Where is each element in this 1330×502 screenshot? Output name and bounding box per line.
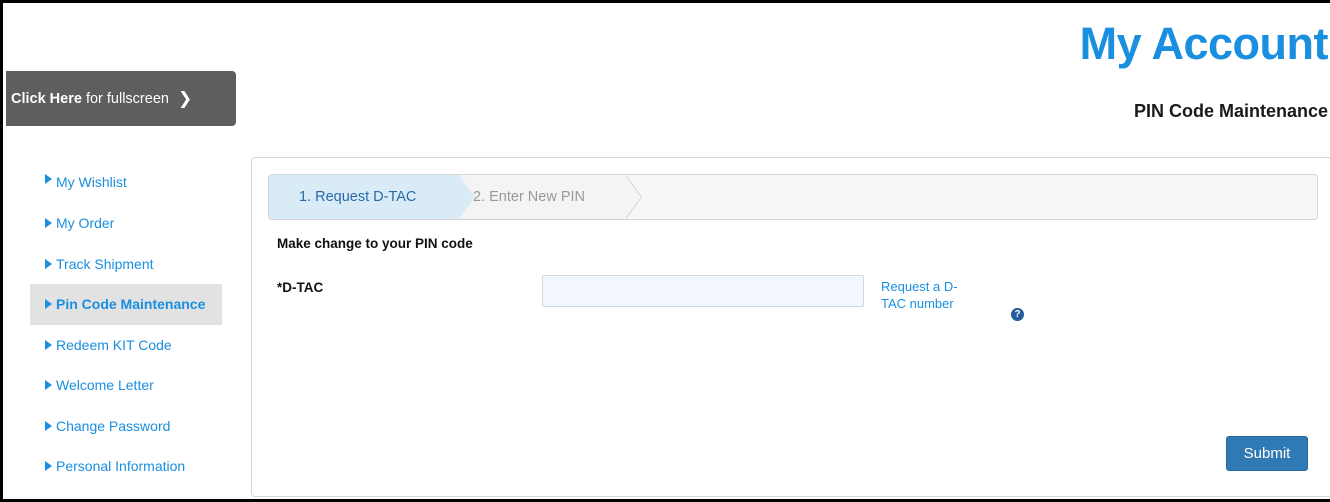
sidebar-item-track-shipment[interactable]: Track Shipment [30, 244, 222, 285]
caret-right-icon [45, 420, 52, 431]
sidebar-item-personal-information[interactable]: Personal Information [30, 446, 222, 487]
sidebar-item-label: Pin Code Maintenance [56, 296, 206, 313]
step-enter-new-pin: 2. Enter New PIN [459, 175, 642, 219]
caret-right-icon [45, 218, 52, 229]
sidebar-item-label: Track Shipment [56, 255, 154, 272]
pin-code-panel: 1. Request D-TAC 2. Enter New PIN Make c… [251, 157, 1330, 497]
sidebar-item-welcome-letter[interactable]: Welcome Letter [30, 365, 222, 406]
sidebar-item-label: Redeem KIT Code [56, 336, 172, 353]
step-label: 1. Request D-TAC [299, 189, 417, 205]
submit-button[interactable]: Submit [1226, 436, 1308, 471]
step-indicator: 1. Request D-TAC 2. Enter New PIN [268, 174, 1318, 220]
caret-right-icon [45, 174, 52, 184]
section-title: Make change to your PIN code [277, 236, 473, 251]
step-label: 2. Enter New PIN [473, 189, 586, 205]
caret-right-icon [45, 299, 52, 310]
caret-right-icon [45, 339, 52, 350]
fullscreen-button[interactable]: Click Here for fullscreen ❯ [6, 71, 236, 126]
page-subtitle: PIN Code Maintenance [1133, 101, 1328, 121]
sidebar-item-pin-code-maintenance[interactable]: Pin Code Maintenance [30, 284, 222, 325]
caret-right-icon [45, 380, 52, 391]
sidebar-item-redeem-kit-code[interactable]: Redeem KIT Code [30, 325, 222, 366]
dtac-input[interactable] [542, 275, 864, 307]
page-title: My Account [1079, 18, 1329, 69]
fullscreen-strong-text: Click Here [11, 90, 82, 107]
sidebar-item-my-wishlist[interactable]: My Wishlist [30, 171, 222, 203]
sidebar-item-label: Personal Information [56, 458, 186, 475]
page-frame: Click Here for fullscreen ❯ My Account P… [0, 0, 1330, 502]
chevron-right-icon: ❯ [177, 89, 193, 108]
sidebar-item-label: My Wishlist [56, 174, 127, 190]
request-dtac-link[interactable]: Request a D-TAC number [881, 278, 961, 312]
sidebar-item-label: Welcome Letter [56, 377, 154, 394]
sidebar-item-label: Change Password [56, 417, 171, 434]
sidebar-item-label: My Order [56, 215, 115, 232]
sidebar-item-change-password[interactable]: Change Password [30, 406, 222, 447]
sidebar-item-my-order[interactable]: My Order [30, 203, 222, 244]
caret-right-icon [45, 258, 52, 269]
fullscreen-text: for fullscreen [85, 90, 169, 107]
step-request-dtac: 1. Request D-TAC [269, 175, 475, 219]
account-sidebar: My Wishlist My Order Track Shipment Pin … [30, 171, 222, 487]
dtac-label: *D-TAC [277, 280, 324, 295]
question-circle-icon[interactable]: ? [1011, 308, 1024, 321]
caret-right-icon [45, 461, 52, 472]
